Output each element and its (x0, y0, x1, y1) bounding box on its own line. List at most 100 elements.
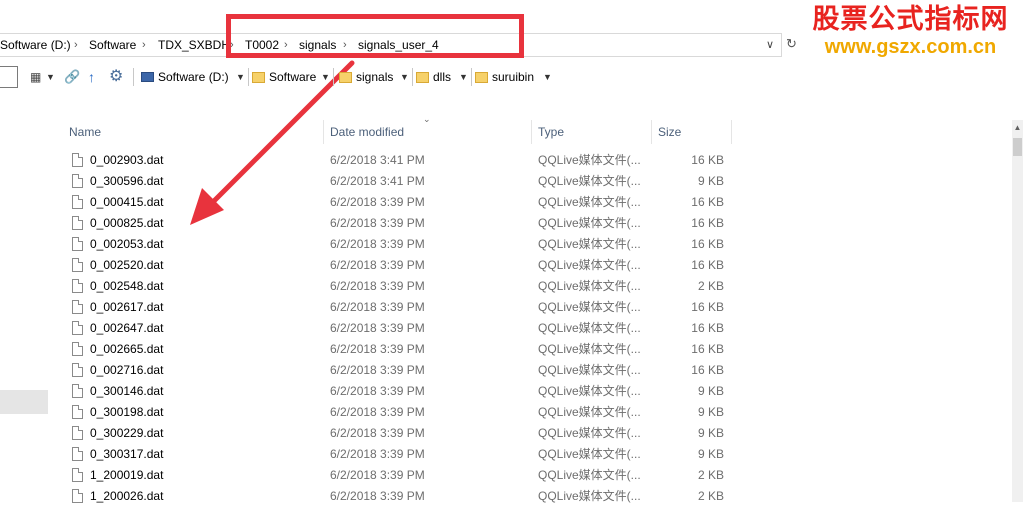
vertical-scrollbar[interactable] (1012, 120, 1023, 502)
file-date-modified: 6/2/2018 3:39 PM (330, 258, 425, 272)
table-row[interactable]: 0_300596.dat 6/2/2018 3:41 PM QQLive媒体文件(.… (60, 171, 740, 192)
file-icon (72, 426, 83, 440)
folder-dropdown-icon[interactable]: ▼ (543, 64, 552, 90)
breadcrumb-separator-icon[interactable]: › (142, 34, 146, 56)
folder-shortcut-dlls[interactable]: dlls (416, 64, 451, 90)
file-size: 16 KB (691, 321, 724, 335)
folder-dropdown-icon[interactable]: ▼ (459, 64, 468, 90)
drive-shortcut-label: Software (D:) (158, 70, 229, 84)
table-row[interactable]: 1_200026.dat 6/2/2018 3:39 PM QQLive媒体文件(.… (60, 486, 740, 507)
file-type: QQLive媒体文件(... (538, 489, 641, 503)
file-type: QQLive媒体文件(... (538, 300, 641, 314)
view-options-icon[interactable]: ▦ (30, 64, 41, 90)
file-date-modified: 6/2/2018 3:39 PM (330, 363, 425, 377)
file-name: 0_002548.dat (90, 279, 164, 293)
file-size: 9 KB (697, 447, 724, 461)
up-arrow-icon[interactable]: ↑ (88, 64, 95, 90)
column-divider[interactable] (323, 120, 324, 144)
file-type: QQLive媒体文件(... (538, 321, 641, 335)
folder-shortcut-suruibin[interactable]: suruibin (475, 64, 534, 90)
drive-icon (141, 72, 154, 82)
file-date-modified: 6/2/2018 3:39 PM (330, 405, 425, 419)
column-header-date[interactable]: Date modified (330, 118, 404, 146)
gear-icon[interactable]: ⚙ (109, 64, 123, 90)
file-icon (72, 342, 83, 356)
folder-icon (252, 72, 265, 83)
drive-dropdown-icon[interactable]: ▼ (236, 64, 245, 90)
file-name: 0_002647.dat (90, 321, 164, 335)
address-history-chevron-icon[interactable]: ∨ (766, 34, 774, 56)
file-type: QQLive媒体文件(... (538, 363, 641, 377)
column-header-type[interactable]: Type (538, 118, 564, 146)
file-date-modified: 6/2/2018 3:39 PM (330, 447, 425, 461)
table-row[interactable]: 0_300229.dat 6/2/2018 3:39 PM QQLive媒体文件(.… (60, 423, 740, 444)
column-header-size[interactable]: Size (658, 118, 681, 146)
file-size: 16 KB (691, 300, 724, 314)
drive-shortcut[interactable]: Software (D:) (141, 64, 229, 90)
file-date-modified: 6/2/2018 3:39 PM (330, 342, 425, 356)
file-type: QQLive媒体文件(... (538, 279, 641, 293)
scroll-thumb[interactable] (1013, 138, 1022, 156)
table-row[interactable]: 0_000415.dat 6/2/2018 3:39 PM QQLive媒体文件(.… (60, 192, 740, 213)
file-icon (72, 153, 83, 167)
table-row[interactable]: 0_300317.dat 6/2/2018 3:39 PM QQLive媒体文件(.… (60, 444, 740, 465)
folder-shortcut-signals[interactable]: signals (339, 64, 393, 90)
file-size: 9 KB (697, 426, 724, 440)
table-row[interactable]: 0_002548.dat 6/2/2018 3:39 PM QQLive媒体文件(.… (60, 276, 740, 297)
link-icon[interactable]: 🔗 (64, 64, 80, 90)
folder-icon (339, 72, 352, 83)
scroll-up-icon[interactable]: ▲ (1012, 122, 1023, 134)
file-icon (72, 447, 83, 461)
file-name: 0_002053.dat (90, 237, 164, 251)
breadcrumb-separator-icon[interactable]: › (74, 34, 78, 56)
refresh-icon[interactable]: ↻ (786, 36, 797, 52)
column-divider[interactable] (651, 120, 652, 144)
table-row[interactable]: 0_002716.dat 6/2/2018 3:39 PM QQLive媒体文件(.… (60, 360, 740, 381)
table-row[interactable]: 0_300198.dat 6/2/2018 3:39 PM QQLive媒体文件(.… (60, 402, 740, 423)
toolbar-divider (133, 68, 134, 86)
view-options-dropdown-icon[interactable]: ▼ (46, 64, 55, 90)
table-row[interactable]: 0_000825.dat 6/2/2018 3:39 PM QQLive媒体文件(.… (60, 213, 740, 234)
table-row[interactable]: 0_002617.dat 6/2/2018 3:39 PM QQLive媒体文件(.… (60, 297, 740, 318)
file-size: 16 KB (691, 153, 724, 167)
file-date-modified: 6/2/2018 3:39 PM (330, 237, 425, 251)
column-header-row: Name Date modified Type Size (60, 118, 740, 146)
breadcrumb-software[interactable]: Software (89, 34, 136, 56)
file-icon (72, 195, 83, 209)
file-size: 9 KB (697, 174, 724, 188)
column-header-name[interactable]: Name (69, 118, 101, 146)
table-row[interactable]: 0_002647.dat 6/2/2018 3:39 PM QQLive媒体文件(.… (60, 318, 740, 339)
folder-shortcut-software[interactable]: Software (252, 64, 316, 90)
folder-dropdown-icon[interactable]: ▼ (321, 64, 330, 90)
table-row[interactable]: 1_200019.dat 6/2/2018 3:39 PM QQLive媒体文件(.… (60, 465, 740, 486)
file-date-modified: 6/2/2018 3:39 PM (330, 216, 425, 230)
table-row[interactable]: 0_002053.dat 6/2/2018 3:39 PM QQLive媒体文件(.… (60, 234, 740, 255)
file-icon (72, 321, 83, 335)
table-row[interactable]: 0_002903.dat 6/2/2018 3:41 PM QQLive媒体文件(.… (60, 150, 740, 171)
folder-icon (416, 72, 429, 83)
toolbar-divider (333, 68, 334, 86)
table-row[interactable]: 0_300146.dat 6/2/2018 3:39 PM QQLive媒体文件(.… (60, 381, 740, 402)
file-name: 0_300198.dat (90, 405, 164, 419)
file-size: 2 KB (697, 468, 724, 482)
table-row[interactable]: 0_002665.dat 6/2/2018 3:39 PM QQLive媒体文件(.… (60, 339, 740, 360)
file-date-modified: 6/2/2018 3:41 PM (330, 153, 425, 167)
breadcrumb-tdx-sxbdh[interactable]: TDX_SXBDH (158, 34, 230, 56)
breadcrumb-software-drive[interactable]: Software (D:) (0, 34, 71, 56)
file-size: 16 KB (691, 258, 724, 272)
folder-shortcut-label: signals (356, 70, 394, 84)
file-icon (72, 174, 83, 188)
site-watermark: 股票公式指标网 www.gszx.com.cn (798, 2, 1023, 60)
file-date-modified: 6/2/2018 3:39 PM (330, 279, 425, 293)
file-type: QQLive媒体文件(... (538, 174, 641, 188)
folder-shortcut-label: dlls (433, 70, 452, 84)
toolbar: ▦ ▼ 🔗 ↑ ⚙ Software (D:) ▼ Software ▼ sig… (0, 64, 800, 92)
column-divider[interactable] (531, 120, 532, 144)
table-row[interactable]: 0_002520.dat 6/2/2018 3:39 PM QQLive媒体文件(.… (60, 255, 740, 276)
folder-shortcut-label: suruibin (492, 70, 535, 84)
folder-dropdown-icon[interactable]: ▼ (400, 64, 409, 90)
file-size: 16 KB (691, 363, 724, 377)
file-name: 0_300229.dat (90, 426, 164, 440)
nav-pane-selected-item[interactable] (0, 390, 48, 414)
column-divider[interactable] (731, 120, 732, 144)
